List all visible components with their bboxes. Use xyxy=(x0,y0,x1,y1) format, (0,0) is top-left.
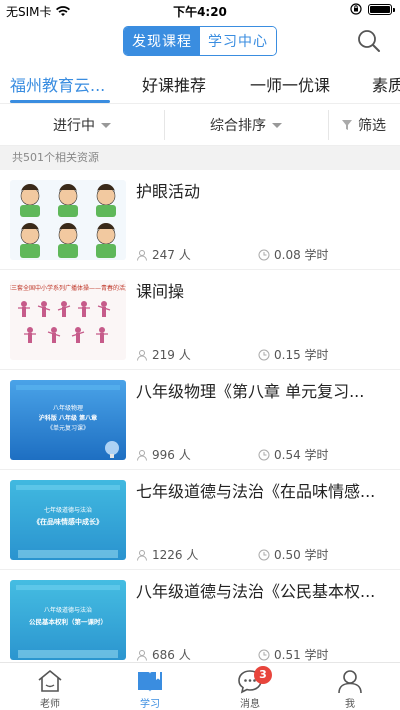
enrolled-count: 1226 人 xyxy=(136,546,198,563)
list-item[interactable]: 第三套全国中小学系列广播体操——青春的活力 课间操 219 人 0.15 学时 xyxy=(0,270,400,370)
caret-down-icon xyxy=(101,122,111,128)
study-hours-label: 0.15 学时 xyxy=(274,348,329,362)
enrolled-count-label: 996 人 xyxy=(152,448,191,462)
item-title: 护眼活动 xyxy=(136,182,201,201)
segment-discover-courses[interactable]: 发现课程 xyxy=(124,27,200,55)
tab-me[interactable]: 我 xyxy=(300,663,400,710)
study-hours: 0.54 学时 xyxy=(258,446,329,463)
item-title: 八年级物理《第八章 单元复习... xyxy=(136,382,365,401)
list-item[interactable]: 八年级道德与法治 公民基本权利（第一课时） 八年级道德与法治《公民基本权... … xyxy=(0,570,400,670)
person-icon xyxy=(137,549,147,561)
caret-down-icon xyxy=(272,122,282,128)
clock-icon xyxy=(258,649,270,660)
item-title: 七年级道德与法治《在品味情感... xyxy=(136,482,376,501)
house-icon xyxy=(38,670,62,692)
tab-study[interactable]: 学习 xyxy=(100,663,200,710)
thumbnail-caption: 八年级物理 xyxy=(53,404,83,412)
thumbnail-caption: 《在品味情感中成长》 xyxy=(33,517,103,526)
thumbnail-moral-grade8: 八年级道德与法治 公民基本权利（第一课时） xyxy=(10,580,126,660)
tab-fuzhou-edu-cloud[interactable]: 福州教育云... xyxy=(10,72,105,96)
tab-quality[interactable]: 素质 xyxy=(372,72,400,96)
result-count: 共501个相关资源 xyxy=(0,146,400,170)
list-item[interactable]: 七年级道德与法治 《在品味情感中成长》 七年级道德与法治《在品味情感... 12… xyxy=(0,470,400,570)
book-icon xyxy=(138,672,162,692)
bottom-tab-bar: 老师 学习 消息 3 我 xyxy=(0,662,400,710)
clock-icon xyxy=(258,549,270,560)
list-item[interactable]: 八年级物理 沪科版 八年级 第八章 《单元复习课》 八年级物理《第八章 单元复习… xyxy=(0,370,400,470)
status-right xyxy=(350,3,395,15)
study-hours: 0.08 学时 xyxy=(258,246,329,263)
tab-teacher[interactable]: 老师 xyxy=(0,663,100,710)
category-tabs: 福州教育云... 好课推荐 一师一优课 素质 xyxy=(0,62,400,104)
orientation-lock-icon xyxy=(350,3,362,15)
list-item[interactable]: 护眼活动 247 人 0.08 学时 xyxy=(0,170,400,270)
tab-recommended[interactable]: 好课推荐 xyxy=(142,72,206,96)
study-hours-label: 0.54 学时 xyxy=(274,448,329,462)
clock-icon xyxy=(258,249,270,260)
tab-me-label: 我 xyxy=(345,699,355,710)
enrolled-count-label: 686 人 xyxy=(152,648,191,662)
person-icon xyxy=(338,670,362,694)
status-time: 下午4:20 xyxy=(173,5,227,19)
battery-icon xyxy=(368,3,395,15)
filter-button-label: 筛选 xyxy=(358,118,386,134)
item-title: 八年级道德与法治《公民基本权... xyxy=(136,582,376,601)
person-icon xyxy=(137,449,147,461)
thumbnail-moral-grade7: 七年级道德与法治 《在品味情感中成长》 xyxy=(10,480,126,560)
enrolled-count-label: 247 人 xyxy=(152,248,191,262)
tab-teacher-label: 老师 xyxy=(40,699,60,710)
study-hours: 0.51 学时 xyxy=(258,646,329,663)
enrolled-count: 219 人 xyxy=(136,346,191,363)
thumbnail-caption: 七年级道德与法治 xyxy=(44,506,92,514)
funnel-icon xyxy=(342,120,352,130)
study-hours-label: 0.51 学时 xyxy=(274,648,329,662)
filter-button[interactable]: 筛选 xyxy=(328,104,400,146)
status-filter[interactable]: 进行中 xyxy=(0,104,164,146)
enrolled-count: 686 人 xyxy=(136,646,191,663)
header: 发现课程 学习中心 xyxy=(0,20,400,62)
status-bar: 无SIM卡 下午4:20 xyxy=(0,0,400,20)
filter-row: 进行中 综合排序 筛选 xyxy=(0,104,400,146)
clock-icon xyxy=(258,349,270,360)
thumbnail-caption: 沪科版 八年级 第八章 xyxy=(39,414,97,422)
tab-messages[interactable]: 消息 3 xyxy=(200,663,300,710)
person-icon xyxy=(137,649,147,661)
thumbnail-caption: 八年级道德与法治 xyxy=(44,606,92,614)
enrolled-count: 996 人 xyxy=(136,446,191,463)
sort-filter-label: 综合排序 xyxy=(210,118,266,134)
enrolled-count-label: 1226 人 xyxy=(152,548,199,562)
tab-messages-label: 消息 xyxy=(240,699,260,710)
thumbnail-physics: 八年级物理 沪科版 八年级 第八章 《单元复习课》 xyxy=(10,380,126,460)
study-hours-label: 0.50 学时 xyxy=(274,548,329,562)
sort-filter[interactable]: 综合排序 xyxy=(164,104,328,146)
active-tab-indicator xyxy=(10,100,110,103)
thumbnail-caption: 第三套全国中小学系列广播体操——青春的活力 xyxy=(10,284,126,292)
enrolled-count-label: 219 人 xyxy=(152,348,191,362)
person-icon xyxy=(137,349,147,361)
study-hours: 0.15 学时 xyxy=(258,346,329,363)
thumbnail-caption: 《单元复习课》 xyxy=(47,424,89,432)
tab-one-teacher-one-course[interactable]: 一师一优课 xyxy=(250,72,330,96)
study-hours-label: 0.08 学时 xyxy=(274,248,329,262)
study-hours: 0.50 学时 xyxy=(258,546,329,563)
tab-study-label: 学习 xyxy=(140,699,160,710)
unread-badge: 3 xyxy=(254,666,272,684)
thumbnail-eye-exercise xyxy=(10,180,126,260)
status-filter-label: 进行中 xyxy=(53,118,95,134)
segmented-control: 发现课程 学习中心 xyxy=(123,26,277,56)
thumbnail-exercise: 第三套全国中小学系列广播体操——青春的活力 xyxy=(10,280,126,360)
search-icon[interactable] xyxy=(356,28,382,54)
thumbnail-caption: 公民基本权利（第一课时） xyxy=(29,617,107,626)
item-title: 课间操 xyxy=(136,282,185,301)
enrolled-count: 247 人 xyxy=(136,246,191,263)
person-icon xyxy=(137,249,147,261)
segment-learning-center[interactable]: 学习中心 xyxy=(200,27,276,55)
clock-icon xyxy=(258,449,270,460)
